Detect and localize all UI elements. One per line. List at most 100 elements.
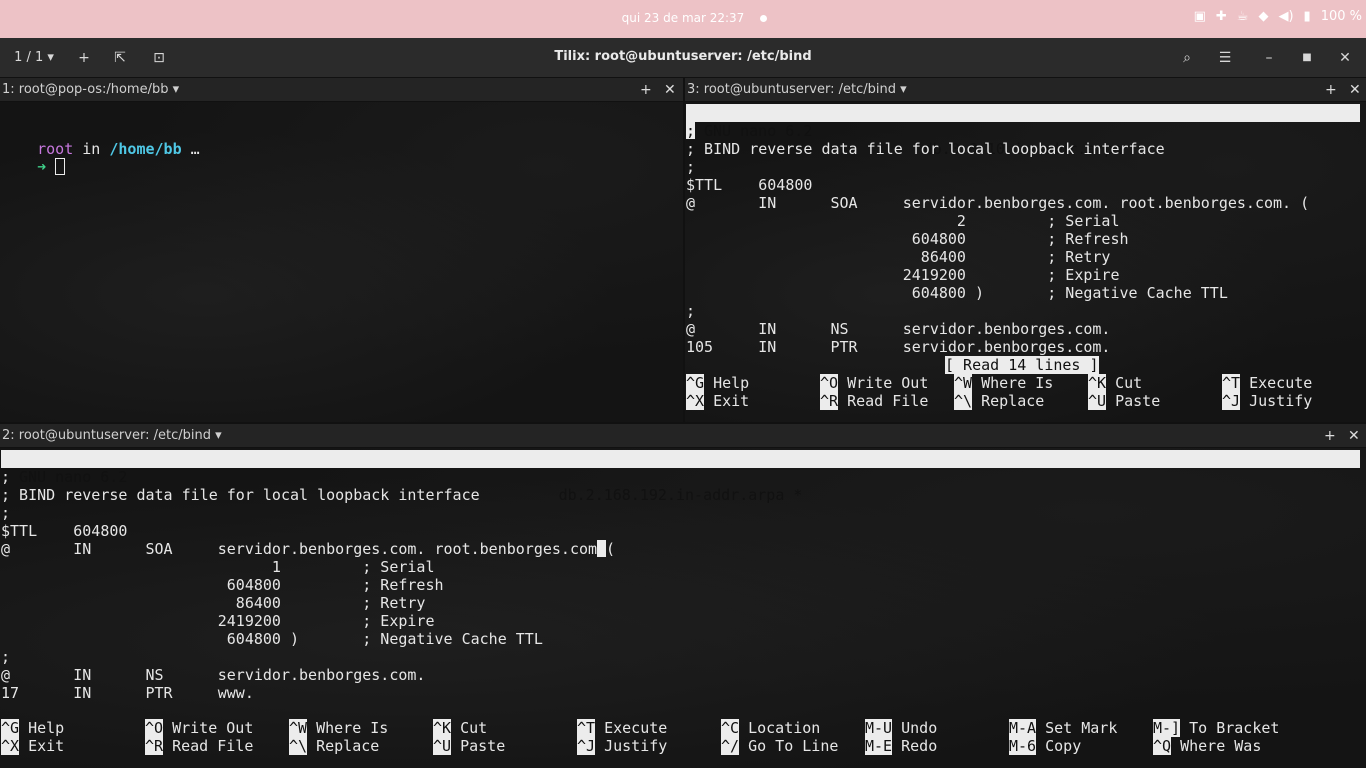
close-icon[interactable]: ✕ [1349,78,1361,102]
editor-line[interactable]: 604800 ) ; Negative Cache TTL [1,630,543,648]
prompt-tail: … [181,140,200,158]
shortcut-item[interactable]: ^O Write Out [820,374,928,392]
add-terminal-icon[interactable]: + [640,78,652,102]
editor-line[interactable]: 86400 ; Retry [686,248,1111,266]
editor-line[interactable]: 604800 ; Refresh [1,576,444,594]
chevron-down-icon: ▾ [210,428,222,443]
editor-line[interactable]: @ IN SOA servidor.benborges.com. root.be… [1,540,615,558]
add-terminal-icon[interactable]: + [1324,424,1336,448]
pane-title[interactable]: 2: root@ubuntuserver: /etc/bind ▾ [2,424,222,448]
shortcut-key: ^J [1222,392,1241,410]
pane-divider[interactable] [0,422,1366,424]
editor-line[interactable]: 604800 ; Refresh [686,230,1129,248]
nano-header: GNU nano 6.2 db.0.0.10.in-addr.arpa [686,104,1360,158]
shortcut-item[interactable]: ^X Exit [1,737,64,755]
shortcut-item[interactable]: ^U Paste [1088,392,1160,410]
editor-line[interactable]: 2419200 ; Expire [686,266,1120,284]
add-terminal-icon[interactable]: + [1325,78,1337,102]
editor-line[interactable]: 17 IN PTR www. [1,684,254,702]
volume-icon[interactable]: ◀) [1278,9,1293,24]
shortcut-key: ^J [577,737,596,755]
shortcut-item[interactable]: ^/ Go To Line [721,737,838,755]
shortcut-item[interactable]: ^\ Replace [954,392,1044,410]
editor-line[interactable]: 2419200 ; Expire [1,612,435,630]
wifi-icon[interactable]: ◆ [1258,9,1268,24]
shortcut-key: M-E [865,737,893,755]
shortcut-key: ^U [1088,392,1107,410]
editor-line[interactable]: ; BIND reverse data file for local loopb… [1,486,480,504]
editor-line[interactable]: @ IN SOA servidor.benborges.com. root.be… [686,194,1309,212]
terminal-pane-3[interactable]: GNU nano 6.2 db.0.0.10.in-addr.arpa ; ; … [685,102,1366,422]
editor-line[interactable]: ; [1,504,10,522]
close-icon[interactable]: ✕ [1334,46,1356,70]
maximize-icon[interactable]: ■ [1296,46,1318,70]
editor-line[interactable]: ; [686,158,695,176]
editor-line[interactable]: 86400 ; Retry [1,594,426,612]
pane-3-title-bar[interactable]: 3: root@ubuntuserver: /etc/bind ▾ + ✕ [685,78,1366,102]
shortcut-item[interactable]: ^C Location [721,719,820,737]
shortcut-item[interactable]: ^W Where Is [289,719,388,737]
shortcut-item[interactable]: ^R Read File [145,737,253,755]
close-icon[interactable]: ✕ [1348,424,1360,448]
close-icon[interactable]: ✕ [664,78,676,102]
pane-title[interactable]: 3: root@ubuntuserver: /etc/bind ▾ [687,78,907,102]
shortcut-item[interactable]: ^R Read File [820,392,928,410]
shortcut-item[interactable]: ^X Exit [686,392,749,410]
pane-divider[interactable] [683,78,685,422]
shortcut-key: ^R [145,737,164,755]
pane-title[interactable]: 1: root@pop-os:/home/bb ▾ [2,78,179,102]
shortcut-item[interactable]: ^G Help [686,374,749,392]
clock[interactable]: qui 23 de mar 22:37 [0,11,1366,25]
shortcut-item[interactable]: ^J Justify [577,737,667,755]
editor-line[interactable]: @ IN NS servidor.benborges.com. [686,320,1110,338]
shortcut-key: ^G [686,374,705,392]
shortcut-key: ^K [433,719,452,737]
shortcut-item[interactable]: ^\ Replace [289,737,379,755]
shortcut-item[interactable]: ^J Justify [1222,392,1312,410]
shortcut-key: ^\ [954,392,973,410]
coffee-icon[interactable]: ☕ [1237,9,1249,24]
search-icon[interactable]: ⌕ [1176,46,1198,70]
system-tray[interactable]: ▣ ✚ ☕ ◆ ◀) ▮ 100 % [1194,9,1362,24]
battery-icon[interactable]: ▮ [1304,9,1311,24]
editor-line[interactable]: 2 ; Serial [686,212,1120,230]
editor-line[interactable]: 604800 ) ; Negative Cache TTL [686,284,1228,302]
editor-line[interactable]: ; [1,648,10,666]
shortcut-item[interactable]: ^Q Where Was [1153,737,1261,755]
shortcut-item[interactable]: ^T Execute [1222,374,1312,392]
shortcut-label: Exit [713,392,750,410]
terminal-pane-2[interactable]: GNU nano 6.2 db.2.168.192.in-addr.arpa *… [0,448,1366,768]
editor-line[interactable]: $TTL 604800 [686,176,812,194]
command-line[interactable]: ➜ [1,140,66,176]
editor-line[interactable]: ; [1,468,10,486]
editor-line[interactable]: 105 IN PTR servidor.benborges.com. [686,338,1110,356]
pane-1-title-bar[interactable]: 1: root@pop-os:/home/bb ▾ + ✕ [0,78,683,102]
editor-line[interactable]: $TTL 604800 [1,522,127,540]
shortcut-item[interactable]: ^U Paste [433,737,505,755]
shortcut-item[interactable]: ^G Help [1,719,64,737]
terminal-pane-1[interactable]: root in /home/bb … ➜ [0,102,683,422]
editor-line[interactable]: ; [686,302,695,320]
shortcut-item[interactable]: ^O Write Out [145,719,253,737]
shortcut-item[interactable]: M-A Set Mark [1009,719,1117,737]
editor-line[interactable]: 1 ; Serial [1,558,435,576]
shortcut-item[interactable]: M-U Undo [865,719,937,737]
shortcut-key: ^U [433,737,452,755]
shortcut-item[interactable]: ^T Execute [577,719,667,737]
editor-line-text: ; [686,158,696,176]
extension-icon[interactable]: ✚ [1216,9,1227,24]
shortcut-item[interactable]: M-6 Copy [1009,737,1081,755]
editor-line[interactable]: ; [686,122,695,140]
pane-2-title-bar[interactable]: 2: root@ubuntuserver: /etc/bind ▾ + ✕ [0,424,1366,448]
editor-line[interactable]: ; BIND reverse data file for local loopb… [686,140,1165,158]
shortcut-item[interactable]: ^K Cut [433,719,487,737]
shortcut-item[interactable]: M-E Redo [865,737,937,755]
shortcut-item[interactable]: ^K Cut [1088,374,1142,392]
editor-line[interactable]: @ IN NS servidor.benborges.com. [1,666,425,684]
shortcut-item[interactable]: M-] To Bracket [1153,719,1279,737]
menu-icon[interactable]: ☰ [1214,46,1236,70]
screen-share-icon[interactable]: ▣ [1194,9,1206,24]
minimize-icon[interactable]: – [1258,46,1280,70]
shortcut-item[interactable]: ^W Where Is [954,374,1053,392]
shortcut-key: ^G [1,719,20,737]
